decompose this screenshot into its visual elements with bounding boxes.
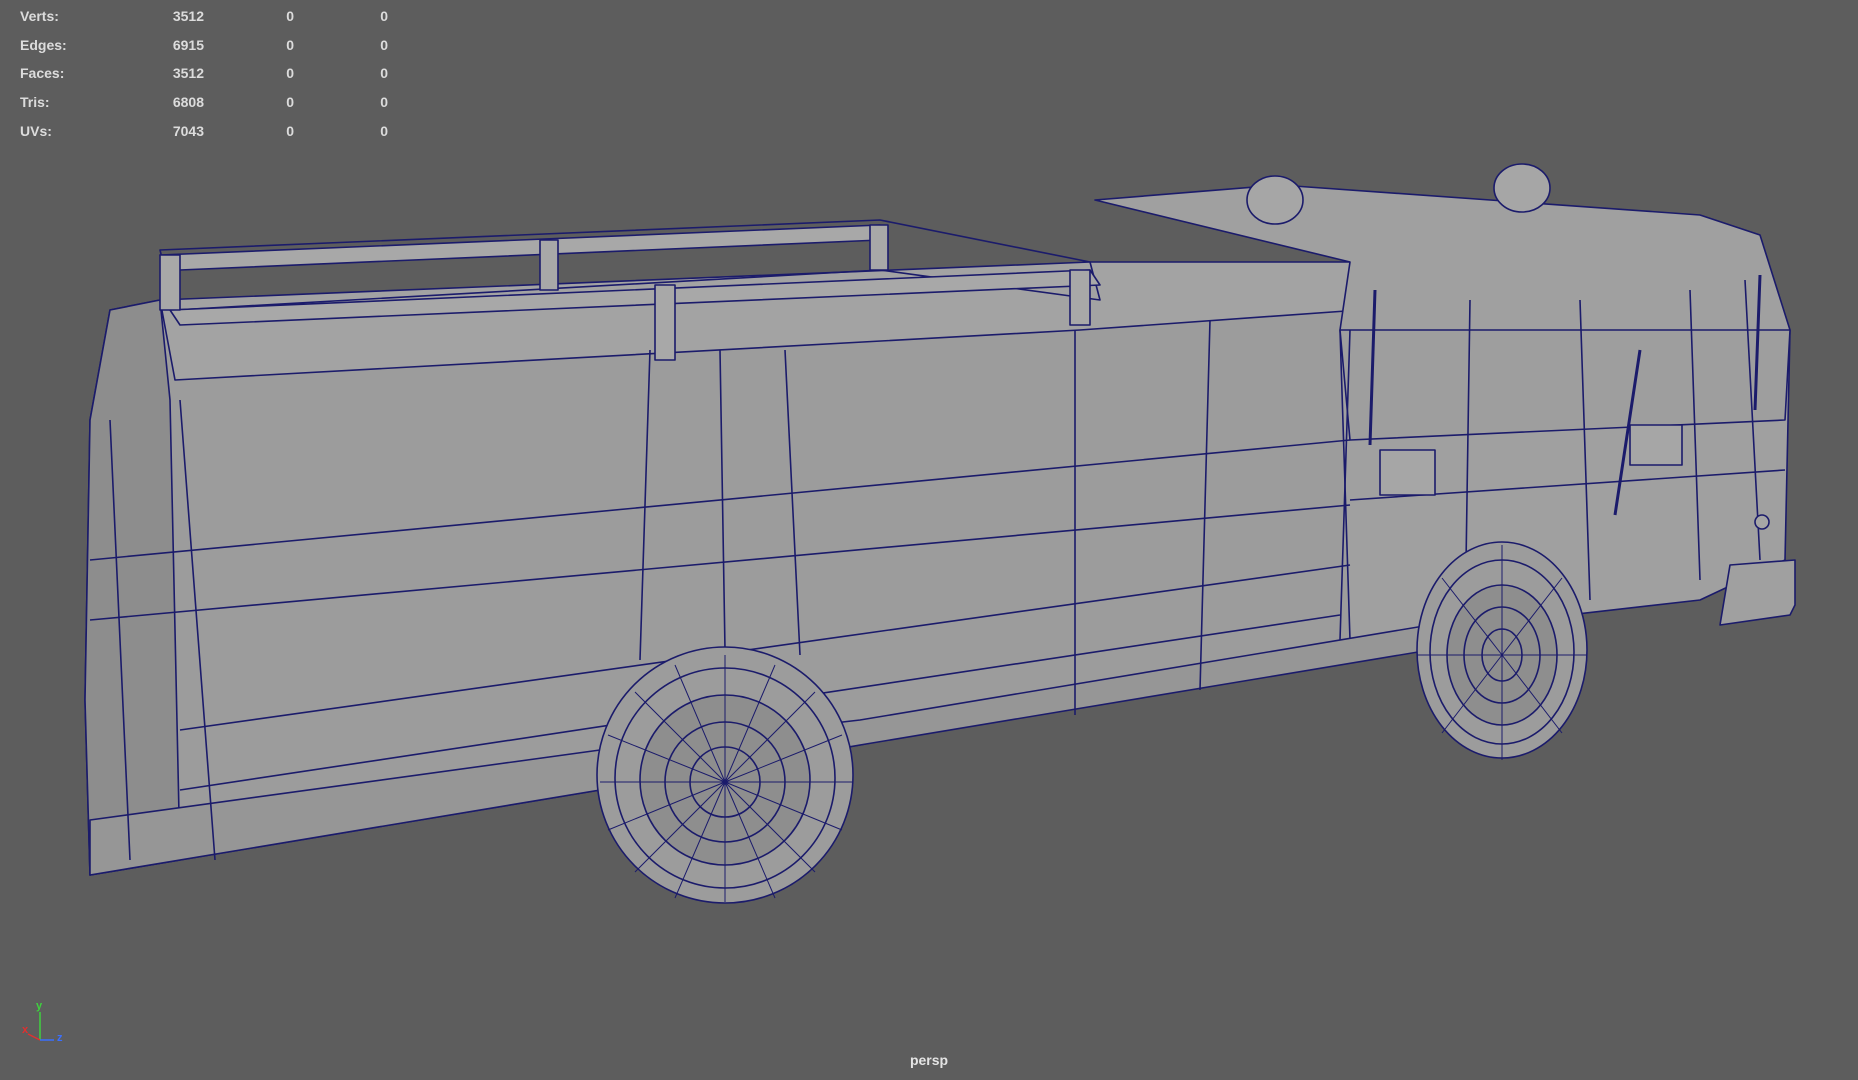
hud-value-selected: 0 bbox=[286, 122, 294, 139]
hud-value-selected: 0 bbox=[286, 36, 294, 53]
hud-row-tris: Tris: 6808 0 0 bbox=[20, 88, 388, 117]
hud-value: 3512 bbox=[172, 8, 204, 25]
hud-value-other: 0 bbox=[380, 94, 388, 111]
camera-name-label: persp bbox=[909, 1052, 949, 1068]
hud-value-other: 0 bbox=[380, 65, 388, 82]
hud-value: 6915 bbox=[172, 36, 204, 53]
hud-label: Faces: bbox=[20, 65, 65, 82]
hud-label: Tris: bbox=[20, 94, 50, 111]
hud-value-other: 0 bbox=[380, 8, 388, 25]
hud-label: UVs: bbox=[20, 122, 52, 139]
hud-value-selected: 0 bbox=[286, 8, 294, 25]
axis-y-label: y bbox=[36, 1000, 43, 1012]
perspective-viewport[interactable]: Verts: 3512 0 0 Edges: 6915 0 0 Faces: 3… bbox=[0, 0, 1858, 1080]
hud-value-other: 0 bbox=[380, 122, 388, 139]
axis-gizmo: y x z bbox=[14, 1000, 74, 1050]
hud-value-other: 0 bbox=[380, 36, 388, 53]
hud-row-edges: Edges: 6915 0 0 bbox=[20, 31, 388, 60]
hud-value: 7043 bbox=[172, 122, 204, 139]
hud-label: Verts: bbox=[20, 8, 59, 25]
axis-x-label: x bbox=[22, 1024, 29, 1036]
hud-label: Edges: bbox=[20, 36, 67, 53]
hud-value: 6808 bbox=[172, 94, 204, 111]
poly-count-hud: Verts: 3512 0 0 Edges: 6915 0 0 Faces: 3… bbox=[20, 2, 388, 145]
hud-row-verts: Verts: 3512 0 0 bbox=[20, 2, 388, 31]
hud-value-selected: 0 bbox=[286, 65, 294, 82]
hud-value: 3512 bbox=[172, 65, 204, 82]
hud-value-selected: 0 bbox=[286, 94, 294, 111]
axis-z-label: z bbox=[57, 1032, 63, 1044]
hud-row-faces: Faces: 3512 0 0 bbox=[20, 59, 388, 88]
hud-row-uvs: UVs: 7043 0 0 bbox=[20, 116, 388, 145]
fire-truck-wireframe-model[interactable] bbox=[0, 0, 1858, 1080]
